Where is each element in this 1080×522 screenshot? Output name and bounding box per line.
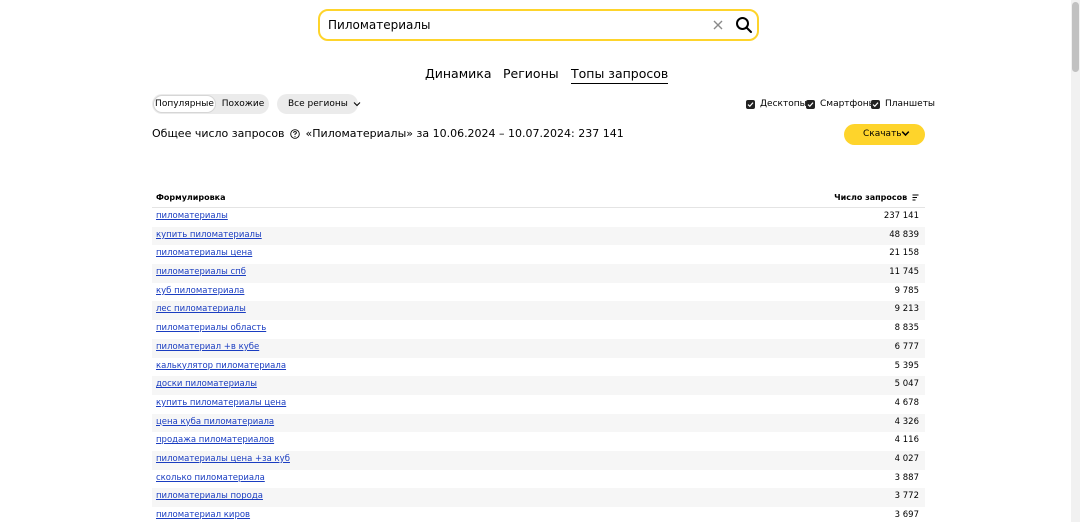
table-row: купить пиломатериалы цена 4 678 xyxy=(152,395,925,414)
device-desktop[interactable]: Десктопы xyxy=(746,97,807,111)
query-link[interactable]: купить пиломатериалы цена xyxy=(156,398,286,408)
table-row: доски пиломатериалы 5 047 xyxy=(152,376,925,395)
search-box xyxy=(318,9,759,41)
query-count: 21 158 xyxy=(889,248,919,259)
table-row: продажа пиломатериалов 4 116 xyxy=(152,432,925,451)
table-row: пиломатериалы область 8 835 xyxy=(152,320,925,339)
query-link[interactable]: пиломатериал киров xyxy=(156,510,250,520)
query-count: 11 745 xyxy=(889,267,919,278)
query-link[interactable]: сколько пиломатериала xyxy=(156,473,265,483)
table-row: купить пиломатериалы 48 839 xyxy=(152,226,925,246)
query-count: 3 772 xyxy=(894,491,919,502)
checkbox-checked-icon[interactable] xyxy=(806,99,815,109)
column-header-count: Число запросов xyxy=(834,193,919,202)
table-row: цена куба пиломатериала 4 326 xyxy=(152,413,925,433)
query-count: 4 326 xyxy=(894,416,919,427)
query-count: 6 777 xyxy=(894,341,919,352)
query-count: 237 141 xyxy=(883,211,919,221)
column-header-query: Формулировка xyxy=(156,193,226,202)
column-header-count-label: Число запросов xyxy=(834,193,908,202)
query-link[interactable]: пиломатериалы xyxy=(156,211,228,221)
scrollbar-thumb[interactable] xyxy=(1072,2,1079,72)
search-icon[interactable] xyxy=(735,16,753,34)
query-count: 3 697 xyxy=(894,510,919,520)
help-icon[interactable] xyxy=(290,129,300,139)
query-count: 5 047 xyxy=(894,379,919,390)
checkbox-checked-icon[interactable] xyxy=(746,99,755,109)
sort-icon[interactable] xyxy=(912,194,919,201)
page-scrollbar[interactable] xyxy=(1071,0,1080,522)
checkbox-checked-icon[interactable] xyxy=(871,99,880,109)
search-input[interactable] xyxy=(328,11,698,39)
table-row: пиломатериалы спб 11 745 xyxy=(152,264,925,283)
table-row: пиломатериалы порода 3 772 xyxy=(152,488,925,507)
table-row: пиломатериалы 237 141 xyxy=(152,208,925,227)
query-count: 5 395 xyxy=(894,360,919,371)
device-smartphone-label: Смартфоны xyxy=(820,99,876,109)
query-link[interactable]: доски пиломатериалы xyxy=(156,379,257,389)
popular-toggle[interactable]: Популярные xyxy=(153,95,216,113)
download-button[interactable]: Скачать xyxy=(844,124,925,145)
query-link[interactable]: продажа пиломатериалов xyxy=(156,435,274,445)
query-link[interactable]: пиломатериалы цена xyxy=(156,248,252,258)
device-smartphone[interactable]: Смартфоны xyxy=(806,97,876,111)
query-link[interactable]: пиломатериалы порода xyxy=(156,491,263,501)
table-header: Формулировка Число запросов xyxy=(152,188,925,208)
table-row: куб пиломатериала 9 785 xyxy=(152,283,925,302)
device-desktop-label: Десктопы xyxy=(760,99,807,109)
query-count: 8 835 xyxy=(894,323,919,334)
chevron-down-icon xyxy=(353,101,361,106)
query-count: 4 027 xyxy=(894,453,919,464)
query-count: 9 785 xyxy=(894,285,919,296)
table-row: лес пиломатериалы 9 213 xyxy=(152,301,925,321)
query-link[interactable]: пиломатериалы цена +за куб xyxy=(156,454,290,464)
query-link[interactable]: куб пиломатериала xyxy=(156,286,244,296)
summary-details: «Пиломатериалы» за 10.06.2024 – 10.07.20… xyxy=(305,127,624,140)
query-count: 48 839 xyxy=(889,229,919,240)
query-type-switch: Популярные Похожие xyxy=(152,94,269,114)
tab-regions[interactable]: Регионы xyxy=(503,66,559,81)
table-row: сколько пиломатериала 3 887 xyxy=(152,470,925,489)
query-link[interactable]: пиломатериалы область xyxy=(156,323,266,333)
similar-toggle[interactable]: Похожие xyxy=(218,95,268,113)
tab-top-queries[interactable]: Топы запросов xyxy=(571,66,669,84)
table-row: пиломатериал киров 3 697 xyxy=(152,507,925,522)
table-row: калькулятор пиломатериала 5 395 xyxy=(152,358,925,377)
query-link[interactable]: купить пиломатериалы xyxy=(156,230,262,240)
query-link[interactable]: пиломатериал +в кубе xyxy=(156,342,259,352)
device-filters: Десктопы Смартфоны Планшеты xyxy=(746,97,935,111)
query-count: 4 678 xyxy=(894,397,919,408)
query-link[interactable]: пиломатериалы спб xyxy=(156,267,246,277)
summary-prefix: Общее число запросов xyxy=(152,127,285,140)
table-row: пиломатериалы цена +за куб 4 027 xyxy=(152,450,925,470)
tab-dynamics[interactable]: Динамика xyxy=(425,66,492,81)
device-tablet-label: Планшеты xyxy=(885,99,936,109)
regions-dropdown[interactable]: Все регионы xyxy=(277,94,361,114)
table-row: пиломатериалы цена 21 158 xyxy=(152,245,925,264)
device-tablet[interactable]: Планшеты xyxy=(871,97,935,111)
regions-dropdown-label: Все регионы xyxy=(288,99,348,109)
query-count: 9 213 xyxy=(894,304,919,315)
query-count: 3 887 xyxy=(894,472,919,483)
total-queries-summary: Общее число запросов «Пиломатериалы» за … xyxy=(152,127,624,140)
query-count: 4 116 xyxy=(894,435,919,446)
query-link[interactable]: калькулятор пиломатериала xyxy=(156,361,286,371)
query-link[interactable]: цена куба пиломатериала xyxy=(156,417,274,427)
close-icon[interactable] xyxy=(711,18,725,32)
chevron-down-icon xyxy=(901,131,910,137)
top-queries-table: Формулировка Число запросов пиломатериал… xyxy=(152,188,925,522)
query-link[interactable]: лес пиломатериалы xyxy=(156,304,246,314)
download-button-label: Скачать xyxy=(863,129,902,139)
table-body: пиломатериалы 237 141 купить пиломатериалы… xyxy=(152,208,925,522)
table-row: пиломатериал +в кубе 6 777 xyxy=(152,338,925,358)
